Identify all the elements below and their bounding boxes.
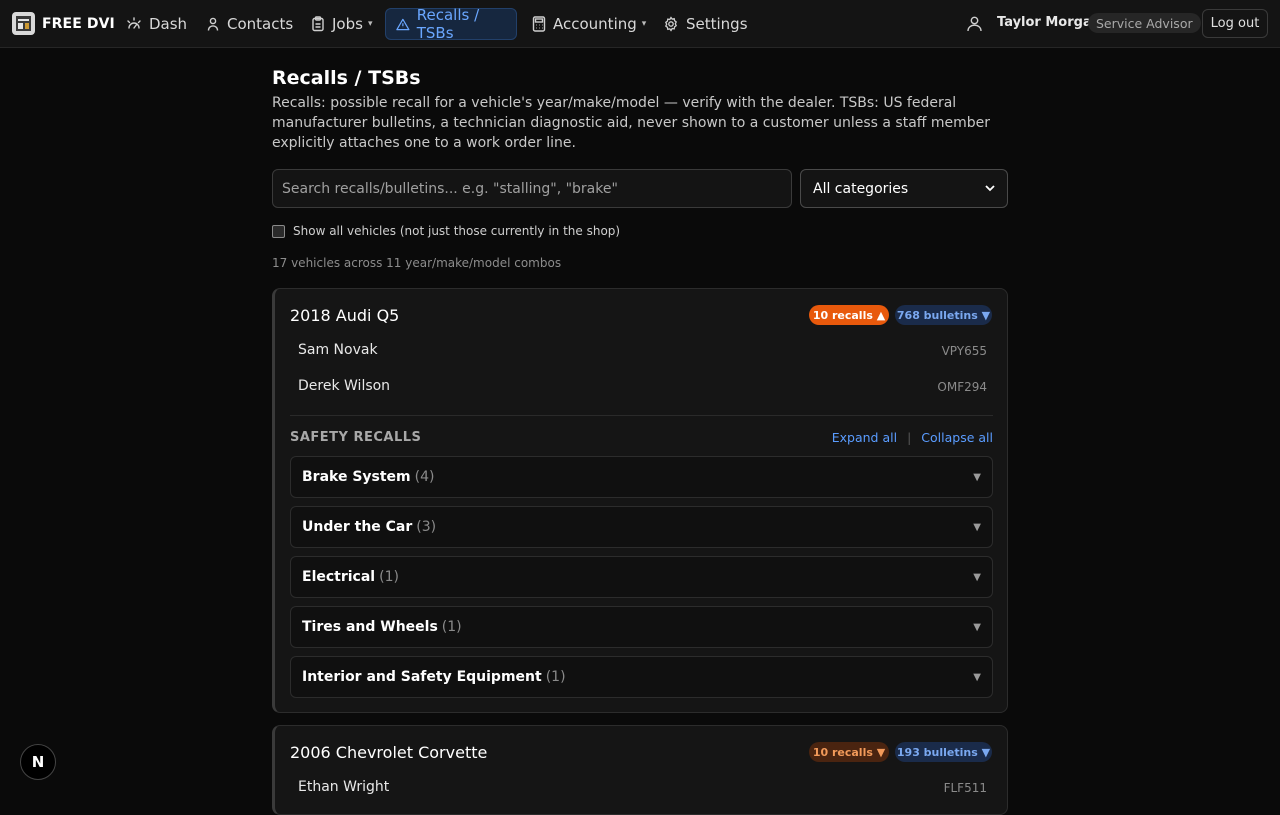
divider bbox=[290, 415, 993, 416]
nav-settings-label: Settings bbox=[686, 15, 748, 33]
dev-tools-badge[interactable]: N bbox=[20, 744, 56, 780]
search-input[interactable] bbox=[272, 169, 792, 208]
user-name: Taylor Morgan bbox=[997, 15, 1101, 30]
nav-contacts-label: Contacts bbox=[227, 15, 294, 33]
dashboard-icon bbox=[127, 17, 141, 29]
nav-accounting-label: Accounting bbox=[553, 15, 637, 33]
chevron-down-icon: ▼ bbox=[973, 671, 981, 683]
category-label: Interior and Safety Equipment bbox=[302, 669, 542, 685]
nav-dash-label: Dash bbox=[149, 15, 188, 33]
nav-dash[interactable]: Dash bbox=[116, 8, 197, 40]
category-label: Under the Car bbox=[302, 519, 413, 535]
nav-contacts[interactable]: Contacts bbox=[196, 8, 303, 40]
show-all-label[interactable]: Show all vehicles (not just those curren… bbox=[293, 224, 620, 238]
nav-jobs-label: Jobs bbox=[332, 15, 363, 33]
nav-accounting[interactable]: Accounting ▾ bbox=[522, 8, 656, 40]
recalls-toggle[interactable]: 10 recalls ▲ bbox=[809, 305, 889, 325]
vehicle-card: 2018 Audi Q5 10 recalls ▲ 768 bulletins … bbox=[272, 288, 1008, 713]
category-accordion[interactable]: Electrical (1) ▼ bbox=[290, 556, 993, 598]
link-separator: | bbox=[907, 430, 912, 445]
vehicle-card: 2006 Chevrolet Corvette 10 recalls ▼ 193… bbox=[272, 725, 1008, 815]
nav-recalls[interactable]: Recalls / TSBs bbox=[385, 6, 517, 42]
show-all-checkbox[interactable] bbox=[272, 224, 285, 238]
category-accordion[interactable]: Under the Car (3) ▼ bbox=[290, 506, 993, 548]
category-select-value: All categories bbox=[813, 180, 909, 197]
nav-settings[interactable]: Settings bbox=[653, 8, 758, 40]
logout-button[interactable]: Log out bbox=[1202, 9, 1268, 38]
category-count: (3) bbox=[416, 519, 437, 535]
category-label: Brake System bbox=[302, 469, 411, 485]
nav-recalls-label: Recalls / TSBs bbox=[416, 6, 480, 42]
show-all-row: Show all vehicles (not just those curren… bbox=[272, 224, 620, 238]
license-plate: VPY655 bbox=[941, 344, 987, 358]
license-plate: FLF511 bbox=[943, 781, 987, 795]
calculator-icon bbox=[532, 16, 546, 32]
category-label: Electrical bbox=[302, 569, 376, 585]
nav-jobs[interactable]: Jobs ▾ bbox=[301, 8, 382, 40]
vehicle-title: 2018 Audi Q5 bbox=[290, 306, 400, 325]
category-accordion[interactable]: Tires and Wheels (1) ▼ bbox=[290, 606, 993, 648]
page-title: Recalls / TSBs bbox=[272, 67, 421, 89]
chevron-down-icon: ▾ bbox=[641, 19, 647, 29]
owner-name[interactable]: Ethan Wright bbox=[298, 779, 389, 795]
logo-icon bbox=[12, 12, 35, 35]
category-accordion[interactable]: Interior and Safety Equipment (1) ▼ bbox=[290, 656, 993, 698]
user-icon bbox=[967, 16, 982, 32]
collapse-all-link[interactable]: Collapse all bbox=[921, 430, 993, 445]
bulletins-toggle[interactable]: 768 bulletins ▼ bbox=[895, 305, 992, 325]
gear-icon bbox=[664, 16, 678, 32]
warning-icon bbox=[396, 18, 410, 30]
vehicle-title: 2006 Chevrolet Corvette bbox=[290, 743, 488, 762]
logo-text: FREE DVI bbox=[42, 15, 115, 32]
bulletins-toggle[interactable]: 193 bulletins ▼ bbox=[895, 742, 992, 762]
expand-all-link[interactable]: Expand all bbox=[832, 430, 897, 445]
chevron-down-icon: ▼ bbox=[973, 521, 981, 533]
category-select[interactable]: All categories bbox=[800, 169, 1008, 208]
expand-collapse-links: Expand all | Collapse all bbox=[832, 430, 993, 445]
app-logo[interactable]: FREE DVI bbox=[12, 12, 115, 35]
page-description: Recalls: possible recall for a vehicle's… bbox=[272, 95, 991, 151]
category-count: (4) bbox=[414, 469, 435, 485]
chevron-down-icon: ▼ bbox=[973, 621, 981, 633]
category-accordion[interactable]: Brake System (4) ▼ bbox=[290, 456, 993, 498]
vehicle-count: 17 vehicles across 11 year/make/model co… bbox=[272, 256, 562, 270]
chevron-down-icon: ▾ bbox=[367, 19, 373, 29]
clipboard-icon bbox=[312, 16, 324, 32]
owner-name[interactable]: Derek Wilson bbox=[298, 378, 390, 394]
category-count: (1) bbox=[545, 669, 566, 685]
recalls-toggle[interactable]: 10 recalls ▼ bbox=[809, 742, 889, 762]
chevron-down-icon: ▼ bbox=[973, 471, 981, 483]
section-title: SAFETY RECALLS bbox=[290, 430, 422, 445]
top-nav: FREE DVI Dash Contacts Jobs ▾ Recalls / … bbox=[0, 0, 1280, 48]
category-label: Tires and Wheels bbox=[302, 619, 438, 635]
contacts-icon bbox=[207, 17, 219, 31]
license-plate: OMF294 bbox=[937, 380, 987, 394]
chevron-down-icon: ▼ bbox=[973, 571, 981, 583]
category-count: (1) bbox=[441, 619, 462, 635]
chevron-down-icon bbox=[985, 185, 995, 192]
category-count: (1) bbox=[379, 569, 399, 585]
role-badge: Service Advisor bbox=[1088, 13, 1201, 33]
owner-name[interactable]: Sam Novak bbox=[298, 342, 378, 358]
